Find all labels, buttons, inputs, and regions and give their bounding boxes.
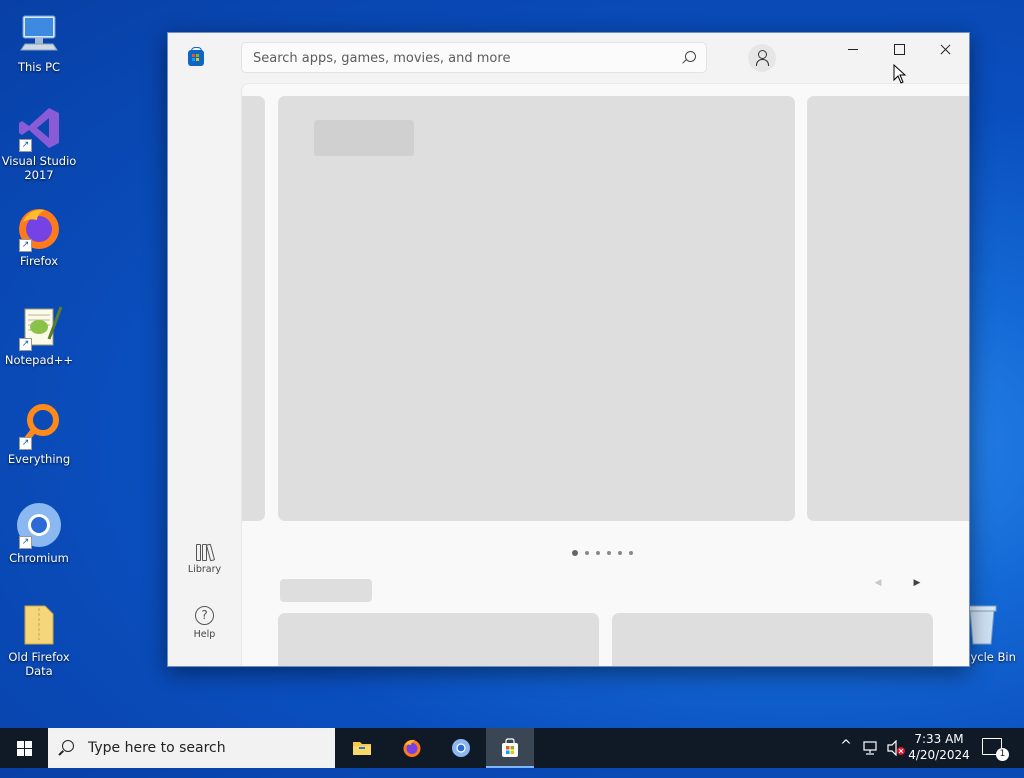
hero-card-previous-placeholder[interactable] (242, 96, 265, 521)
desktop-icon-label: Visual Studio 2017 (1, 154, 77, 182)
section-next-arrow-icon[interactable]: ▶ (912, 578, 922, 588)
carousel-dot[interactable] (607, 551, 611, 555)
desktop-icon-chromium[interactable]: ↗ Chromium (0, 501, 78, 565)
desktop-icon-label: Firefox (19, 254, 59, 268)
shortcut-arrow-icon: ↗ (19, 437, 32, 450)
computer-icon (15, 10, 63, 58)
network-icon[interactable] (862, 740, 880, 756)
library-icon (195, 543, 215, 562)
firefox-icon (403, 739, 421, 757)
desktop-icon-notepadpp[interactable]: ↗ Notepad++ (0, 303, 78, 367)
system-clock[interactable]: 7:33 AM 4/20/2024 (906, 731, 972, 763)
folder-icon (15, 600, 63, 648)
account-avatar-button[interactable] (748, 44, 776, 72)
show-hidden-icons-button[interactable]: ^ (838, 738, 854, 778)
desktop-icon-label: Chromium (9, 551, 69, 565)
chromium-icon (452, 739, 470, 757)
volume-muted-icon[interactable] (886, 740, 906, 756)
store-logo-icon (502, 738, 518, 757)
carousel-dot[interactable] (585, 551, 589, 555)
maximize-button[interactable] (876, 33, 922, 65)
shortcut-arrow-icon: ↗ (19, 239, 32, 252)
section-prev-arrow-icon[interactable]: ◀ (873, 578, 883, 588)
search-icon (62, 740, 74, 752)
desktop-icon-label: Old Firefox Data (8, 650, 70, 678)
help-icon: ? (195, 606, 214, 625)
shortcut-arrow-icon: ↗ (19, 338, 32, 351)
microsoft-store-window: Library ? Help ◀ ▶ (167, 32, 970, 667)
user-icon-body (756, 59, 769, 66)
desktop-icon-label: This PC (17, 60, 61, 74)
taskbar-app-file-explorer[interactable] (338, 728, 386, 768)
nav-item-label: Library (187, 564, 222, 575)
minimize-button[interactable] (830, 33, 876, 65)
taskbar-search-placeholder: Type here to search (88, 740, 226, 756)
desktop-icon-label: Notepad++ (4, 353, 74, 367)
hero-title-placeholder (314, 120, 414, 156)
notification-count-badge: 1 (996, 748, 1009, 761)
taskbar-search-box[interactable]: Type here to search (48, 728, 335, 768)
chromium-icon: ↗ (15, 501, 63, 549)
shortcut-arrow-icon: ↗ (19, 536, 32, 549)
clock-date: 4/20/2024 (908, 748, 970, 762)
carousel-dot[interactable] (572, 550, 578, 556)
carousel-dot[interactable] (596, 551, 600, 555)
taskbar-app-chromium[interactable] (437, 728, 485, 768)
desktop-icon-this-pc[interactable]: This PC (0, 10, 78, 74)
carousel-pagination (572, 540, 640, 556)
nav-item-help[interactable]: ? Help (168, 606, 241, 640)
desktop-icon-label: Everything (7, 452, 71, 466)
clock-time: 7:33 AM (914, 732, 964, 746)
taskbar-app-microsoft-store[interactable] (486, 728, 534, 768)
nav-item-label: Help (193, 629, 216, 640)
nav-item-library[interactable]: Library (168, 543, 241, 575)
hero-card-next-placeholder[interactable] (807, 96, 969, 521)
windows-logo-icon (17, 741, 32, 756)
store-content-area: ◀ ▶ (241, 83, 969, 666)
desktop-icon-firefox[interactable]: ↗ Firefox (0, 204, 78, 268)
carousel-dot[interactable] (618, 551, 622, 555)
section-title-placeholder (280, 579, 372, 602)
store-search-box[interactable] (241, 42, 707, 73)
shortcut-arrow-icon: ↗ (19, 139, 32, 152)
close-button[interactable] (922, 33, 968, 65)
desktop-icon-visual-studio[interactable]: ↗ Visual Studio 2017 (0, 104, 78, 182)
taskbar: Type here to search ^ 7:33 AM 4/20/2024 … (0, 728, 1024, 768)
user-icon (758, 50, 767, 59)
store-logo-icon (188, 47, 204, 66)
app-tile-placeholder[interactable] (612, 613, 933, 666)
side-navigation: Library ? Help (168, 83, 241, 666)
start-button[interactable] (0, 728, 48, 768)
taskbar-app-firefox[interactable] (388, 728, 436, 768)
file-explorer-icon (353, 742, 371, 755)
action-center-button[interactable]: 1 (982, 738, 1009, 761)
store-search-input[interactable] (251, 48, 675, 69)
visual-studio-icon: ↗ (15, 104, 63, 152)
desktop-icon-old-firefox-data[interactable]: Old Firefox Data (0, 600, 78, 678)
everything-search-icon: ↗ (15, 402, 63, 450)
mouse-cursor-icon (893, 64, 907, 84)
firefox-icon: ↗ (15, 204, 63, 252)
hero-card-placeholder[interactable] (278, 96, 795, 521)
desktop-icon-everything[interactable]: ↗ Everything (0, 402, 78, 466)
title-bar[interactable] (168, 33, 969, 83)
app-tile-placeholder[interactable] (278, 613, 599, 666)
notepadpp-icon: ↗ (15, 303, 63, 351)
carousel-dot[interactable] (629, 551, 633, 555)
search-icon[interactable] (685, 51, 696, 62)
